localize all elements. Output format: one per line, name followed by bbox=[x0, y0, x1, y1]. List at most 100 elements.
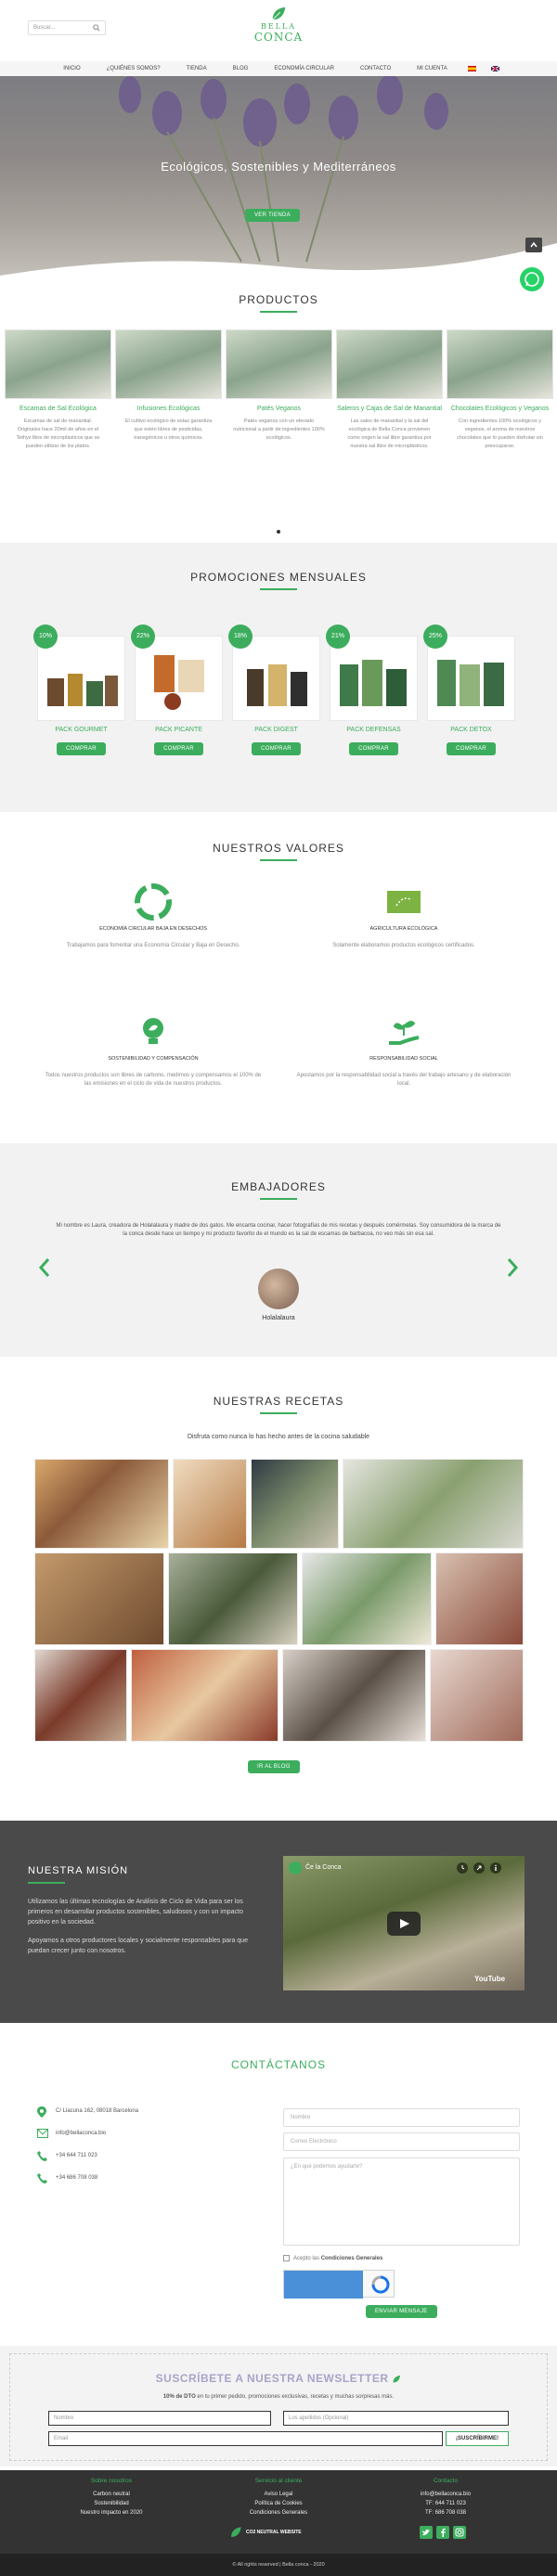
product-image[interactable] bbox=[115, 329, 222, 399]
product-image[interactable] bbox=[226, 329, 332, 399]
buy-button[interactable]: COMPRAR bbox=[447, 742, 496, 755]
buy-button[interactable]: COMPRAR bbox=[349, 742, 398, 755]
recipe-image[interactable] bbox=[251, 1459, 339, 1549]
product-image[interactable] bbox=[5, 329, 111, 399]
recipe-image[interactable] bbox=[430, 1649, 524, 1742]
product-card[interactable]: Escamas de Sal Ecológica Escamas de sal d… bbox=[5, 329, 111, 451]
product-card[interactable]: Saleros y Cajas de Sal de Manantial Las s… bbox=[336, 329, 443, 451]
terms-link[interactable]: Condiciones Generales bbox=[321, 2256, 383, 2261]
promo-name[interactable]: PACK DIGEST bbox=[232, 727, 320, 733]
recaptcha-widget[interactable] bbox=[283, 2270, 395, 2299]
blog-button[interactable]: IR AL BLOG bbox=[248, 1760, 300, 1773]
nav-item-economia[interactable]: ECONOMÍA CIRCULAR bbox=[261, 61, 347, 76]
footer-link[interactable]: Sostenibilidad bbox=[37, 2499, 186, 2508]
search-icon[interactable] bbox=[93, 24, 100, 32]
promo-image[interactable] bbox=[37, 636, 125, 721]
newsletter-surname-input[interactable]: Los apellidos (Opcional) bbox=[283, 2411, 509, 2426]
site-logo[interactable]: BELLA CONCA bbox=[251, 6, 306, 54]
site-footer: Sobre nosotros Carbon neutral Sostenibil… bbox=[0, 2470, 557, 2554]
footer-link[interactable]: Condiciones Generales bbox=[204, 2508, 353, 2518]
promo-name[interactable]: PACK DEFENSAS bbox=[330, 727, 418, 733]
nav-item-tienda[interactable]: TIENDA bbox=[174, 61, 220, 76]
phone-text-2[interactable]: +34 686 708 038 bbox=[56, 2175, 97, 2181]
recipe-image[interactable] bbox=[343, 1459, 524, 1549]
play-button[interactable] bbox=[387, 1912, 421, 1936]
watch-later-icon[interactable] bbox=[456, 1861, 469, 1874]
footer-link[interactable]: info@bellaconca.bio bbox=[371, 2490, 520, 2499]
recipe-image[interactable] bbox=[302, 1552, 432, 1645]
recipe-image[interactable] bbox=[34, 1649, 127, 1742]
search-input[interactable]: Buscar... bbox=[28, 20, 106, 35]
footer-link[interactable]: Nuestro impacto en 2020 bbox=[37, 2508, 186, 2518]
recipe-image[interactable] bbox=[173, 1459, 247, 1549]
terms-checkbox[interactable] bbox=[283, 2255, 290, 2261]
whatsapp-button[interactable] bbox=[520, 267, 544, 291]
product-image[interactable] bbox=[447, 329, 553, 399]
contact-email-input[interactable]: Correo Electrónico bbox=[283, 2132, 520, 2151]
product-name[interactable]: Infusiones Ecológicas bbox=[115, 405, 222, 414]
product-name[interactable]: Saleros y Cajas de Sal de Manantial bbox=[336, 405, 443, 414]
carousel-prev-button[interactable] bbox=[37, 1256, 52, 1279]
flag-es-icon[interactable] bbox=[460, 61, 484, 76]
recipe-image[interactable] bbox=[131, 1649, 278, 1742]
nav-item-blog[interactable]: BLOG bbox=[220, 61, 262, 76]
product-image[interactable] bbox=[336, 329, 443, 399]
video-player[interactable]: Če la Conca YouTube bbox=[283, 1856, 525, 1990]
carousel-next-button[interactable] bbox=[505, 1256, 520, 1279]
twitter-icon[interactable] bbox=[420, 2526, 433, 2539]
contact-message-input[interactable]: ¿En qué podemos ayudarte? bbox=[283, 2157, 520, 2246]
recipe-image[interactable] bbox=[435, 1552, 524, 1645]
promo-image[interactable] bbox=[427, 636, 515, 721]
instagram-icon[interactable] bbox=[453, 2526, 466, 2539]
promo-image[interactable] bbox=[330, 636, 418, 721]
nav-item-quienes[interactable]: ¿QUIÉNES SOMOS? bbox=[94, 61, 174, 76]
product-name[interactable]: Chocolates Ecológicos y Veganos bbox=[447, 405, 553, 414]
promo-name[interactable]: PACK PICANTE bbox=[135, 727, 223, 733]
footer-link[interactable]: Carbon neutral bbox=[37, 2490, 186, 2499]
promo-card[interactable]: 25% PACK DETOX COMPRAR bbox=[423, 625, 515, 755]
recipe-image[interactable] bbox=[282, 1649, 426, 1742]
product-card[interactable]: Patés Veganos Patés veganos con un elevad… bbox=[226, 329, 332, 443]
phone-text-1[interactable]: +34 644 711 023 bbox=[56, 2153, 97, 2158]
share-icon[interactable] bbox=[473, 1861, 486, 1874]
scroll-top-button[interactable] bbox=[525, 238, 542, 252]
promo-card[interactable]: 18% PACK DIGEST COMPRAR bbox=[228, 625, 320, 755]
shop-button[interactable]: VER TIENDA bbox=[245, 209, 300, 222]
buy-button[interactable]: COMPRAR bbox=[252, 742, 301, 755]
product-card[interactable]: Infusiones Ecológicas El cultivo ecológic… bbox=[115, 329, 222, 443]
send-message-button[interactable]: ENVIAR MENSAJE bbox=[366, 2305, 437, 2318]
promo-name[interactable]: PACK DETOX bbox=[427, 727, 515, 733]
recipe-image[interactable] bbox=[34, 1552, 164, 1645]
product-name[interactable]: Escamas de Sal Ecológica bbox=[5, 405, 111, 414]
footer-link[interactable]: Política de Cookies bbox=[204, 2499, 353, 2508]
promo-image[interactable] bbox=[135, 636, 223, 721]
nav-item-inicio[interactable]: INICIO bbox=[50, 61, 93, 76]
youtube-logo[interactable]: YouTube bbox=[474, 1975, 505, 1983]
nav-item-contacto[interactable]: CONTACTO bbox=[347, 61, 404, 76]
promo-card[interactable]: 10% PACK GOURMET COMPRAR bbox=[33, 625, 125, 755]
newsletter-name-input[interactable]: Nombre bbox=[48, 2411, 271, 2426]
promo-card[interactable]: 21% PACK DEFENSAS COMPRAR bbox=[326, 625, 418, 755]
promo-image[interactable] bbox=[232, 636, 320, 721]
email-text[interactable]: info@bellaconca.bio bbox=[56, 2131, 106, 2136]
footer-link[interactable]: Aviso Legal bbox=[204, 2490, 353, 2499]
footer-link[interactable]: TF: 644 711 023 bbox=[371, 2499, 520, 2508]
product-card[interactable]: Chocolates Ecológicos y Veganos Con ingre… bbox=[447, 329, 553, 451]
facebook-icon[interactable] bbox=[436, 2526, 449, 2539]
carousel-dot[interactable] bbox=[277, 530, 280, 534]
contact-name-input[interactable]: Nombre bbox=[283, 2108, 520, 2127]
phone-icon bbox=[37, 2173, 47, 2183]
flag-en-icon[interactable] bbox=[484, 61, 507, 76]
footer-link[interactable]: TF: 686 708 038 bbox=[371, 2508, 520, 2518]
newsletter-email-input[interactable]: Email bbox=[48, 2431, 443, 2446]
subscribe-button[interactable]: ¡SUSCRÍBIRME! bbox=[446, 2431, 509, 2446]
promo-name[interactable]: PACK GOURMET bbox=[37, 727, 125, 733]
info-icon[interactable] bbox=[489, 1861, 502, 1874]
recipe-image[interactable] bbox=[168, 1552, 298, 1645]
buy-button[interactable]: COMPRAR bbox=[57, 742, 106, 755]
buy-button[interactable]: COMPRAR bbox=[154, 742, 203, 755]
product-name[interactable]: Patés Veganos bbox=[226, 405, 332, 414]
promo-card[interactable]: 22% PACK PICANTE COMPRAR bbox=[131, 625, 223, 755]
nav-item-cuenta[interactable]: MI CUENTA bbox=[404, 61, 460, 76]
recipe-image[interactable] bbox=[34, 1459, 169, 1549]
